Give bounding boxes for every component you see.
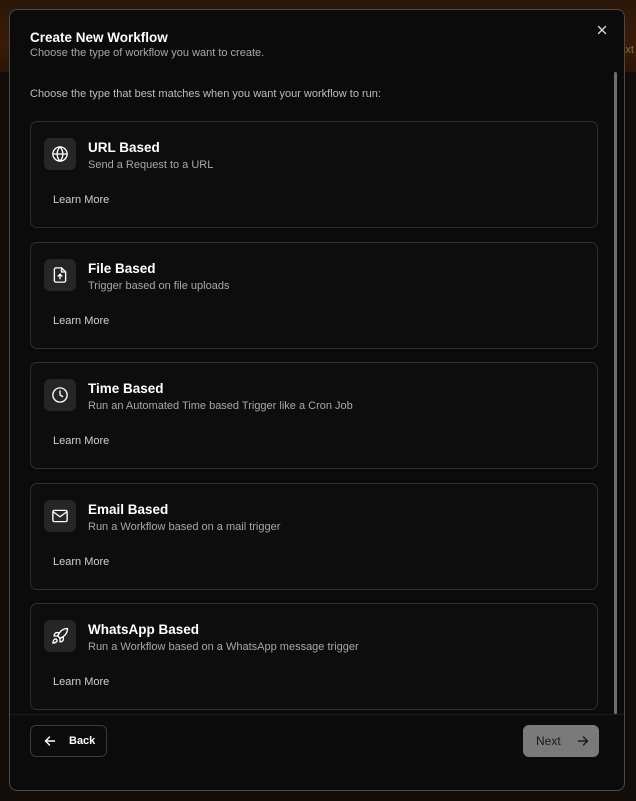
workflow-type-list: URL Based Send a Request to a URL Learn … xyxy=(30,121,598,724)
dialog-title: Create New Workflow xyxy=(30,30,168,45)
option-title: Time Based xyxy=(88,381,164,396)
create-workflow-dialog: Create New Workflow Choose the type of w… xyxy=(9,9,625,791)
arrow-left-icon xyxy=(44,735,56,747)
close-button[interactable] xyxy=(594,22,610,38)
option-title: URL Based xyxy=(88,140,160,155)
mail-icon xyxy=(44,499,76,532)
next-button[interactable]: Next xyxy=(523,725,599,757)
intro-text: Choose the type that best matches when y… xyxy=(30,88,381,100)
workflow-option-email[interactable]: Email Based Run a Workflow based on a ma… xyxy=(30,482,598,590)
option-description: Run a Workflow based on a mail trigger xyxy=(88,520,281,533)
option-title: Email Based xyxy=(88,501,169,517)
option-description: Send a Request to a URL xyxy=(88,159,214,171)
dialog-header: Create New Workflow Choose the type of w… xyxy=(30,30,264,60)
learn-more-link[interactable]: Learn More xyxy=(53,435,109,447)
file-upload-icon xyxy=(44,258,76,291)
option-title: WhatsApp Based xyxy=(88,622,200,637)
option-description: Trigger based on file uploads xyxy=(88,279,230,292)
learn-more-link[interactable]: Learn More xyxy=(53,194,109,206)
globe-icon xyxy=(44,138,76,170)
learn-more-link[interactable]: Learn More xyxy=(53,556,109,568)
option-description: Run a Workflow based on a WhatsApp messa… xyxy=(88,641,359,653)
dialog-subtitle: Choose the type of workflow you want to … xyxy=(30,47,265,59)
back-button[interactable]: Back xyxy=(30,725,107,757)
learn-more-link[interactable]: Learn More xyxy=(53,676,109,688)
rocket-icon xyxy=(44,620,76,652)
workflow-option-url[interactable]: URL Based Send a Request to a URL Learn … xyxy=(30,121,598,228)
arrow-right-icon xyxy=(577,735,589,747)
option-title: File Based xyxy=(88,260,156,276)
footer-divider xyxy=(10,714,624,715)
workflow-option-time[interactable]: Time Based Run an Automated Time based T… xyxy=(30,362,598,469)
scrollbar[interactable] xyxy=(614,72,617,714)
clock-icon xyxy=(44,379,76,411)
back-label: Back xyxy=(69,735,96,747)
learn-more-link[interactable]: Learn More xyxy=(53,315,109,327)
option-description: Run an Automated Time based Trigger like… xyxy=(88,400,353,412)
workflow-option-file[interactable]: File Based Trigger based on file uploads… xyxy=(30,241,598,349)
close-icon xyxy=(597,25,607,35)
next-label: Next xyxy=(536,734,561,748)
workflow-option-whatsapp[interactable]: WhatsApp Based Run a Workflow based on a… xyxy=(30,603,598,710)
